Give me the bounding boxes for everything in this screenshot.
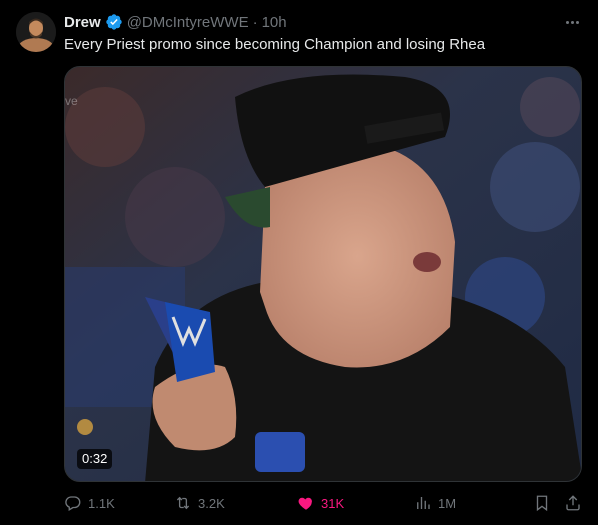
bookmark-icon	[536, 495, 548, 512]
more-dot	[565, 20, 569, 24]
like-button[interactable]: 31K	[297, 492, 344, 514]
repost-icon	[176, 496, 190, 510]
repost-button[interactable]: 3.2K	[174, 492, 225, 514]
reply-button[interactable]: 1.1K	[64, 492, 115, 514]
author-name[interactable]: Drew	[64, 14, 101, 31]
more-dot	[575, 20, 579, 24]
views-icon	[417, 497, 430, 509]
views-count: 1M	[438, 495, 457, 511]
timestamp[interactable]: 10h	[262, 14, 287, 31]
tweet-text: Every Priest promo since becoming Champi…	[64, 36, 486, 53]
more-dot	[570, 20, 574, 24]
avatar[interactable]	[16, 12, 56, 52]
views-button[interactable]: 1M	[414, 492, 456, 514]
video-watermark: ve	[65, 94, 78, 108]
author-handle[interactable]: @DMcIntyreWWE	[127, 14, 249, 31]
share-icon	[566, 495, 580, 511]
action-bar: 1.1K 3.2K 31K 1M	[64, 492, 582, 514]
like-count: 31K	[321, 495, 345, 511]
tweet-header: Drew @DMcIntyreWWE · 10h	[64, 12, 287, 32]
repost-count: 3.2K	[198, 495, 225, 511]
video-player[interactable]: ve 0:32	[64, 66, 582, 482]
video-frame	[65, 67, 581, 481]
reply-count: 1.1K	[88, 495, 115, 511]
verified-badge-icon	[105, 13, 123, 31]
tweet[interactable]: Drew @DMcIntyreWWE · 10h Every Priest pr…	[0, 0, 598, 525]
share-button[interactable]	[564, 492, 582, 514]
heart-icon	[298, 497, 312, 510]
more-icon[interactable]	[562, 13, 582, 31]
reply-icon	[65, 496, 81, 511]
video-duration: 0:32	[77, 449, 113, 469]
separator-dot: ·	[252, 13, 258, 31]
bookmark-button[interactable]	[533, 492, 551, 514]
